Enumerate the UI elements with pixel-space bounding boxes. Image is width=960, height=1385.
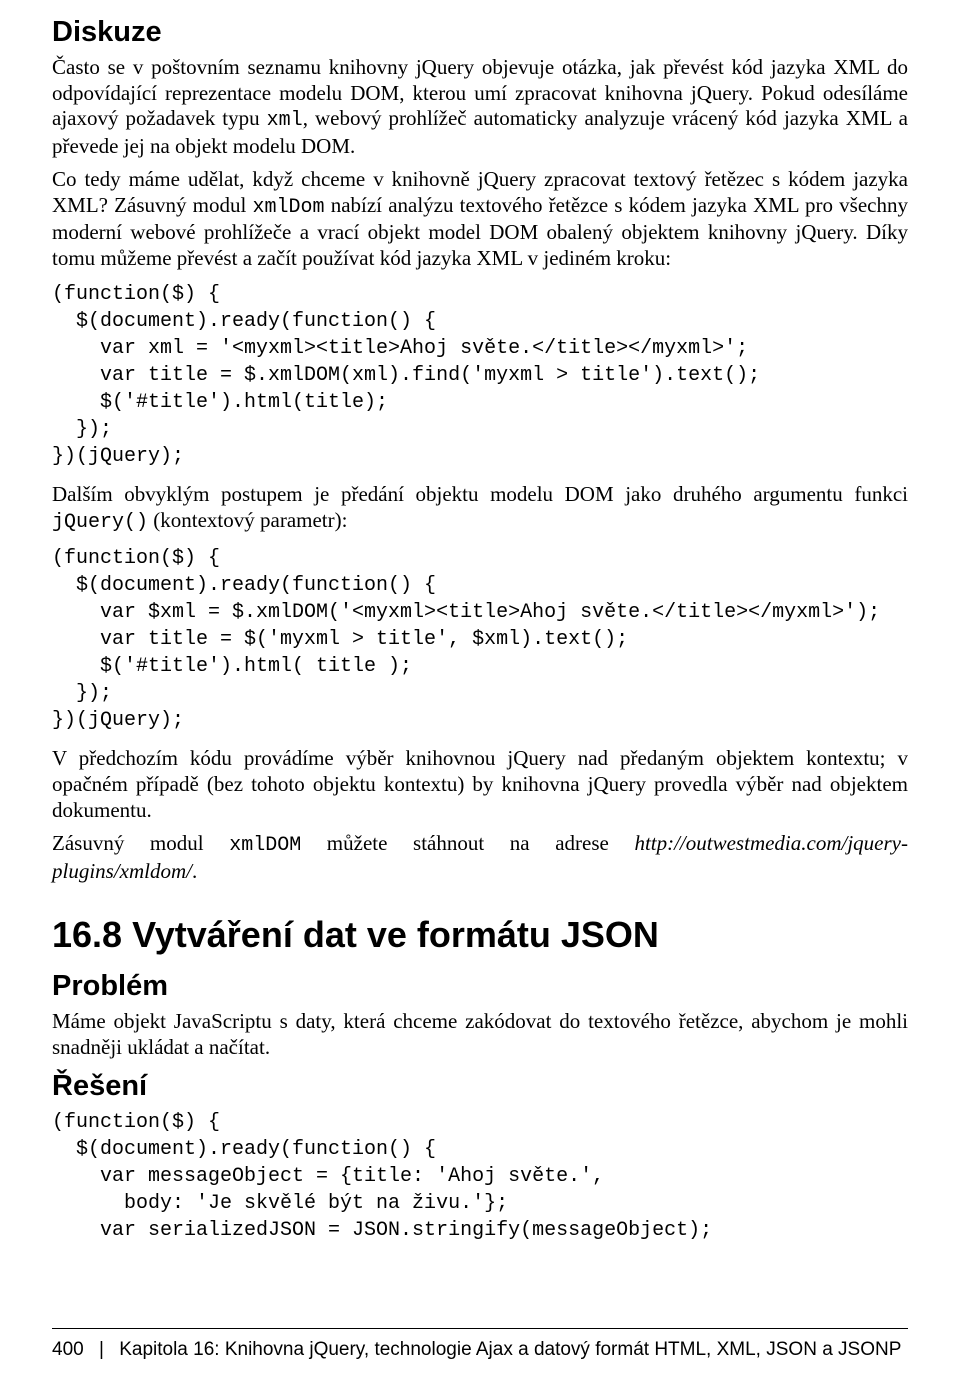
footer-page-number: 400: [52, 1339, 84, 1360]
paragraph-6: Máme objekt JavaScriptu s daty, která ch…: [52, 1009, 908, 1060]
code-inline-xml: xml: [267, 109, 303, 132]
footer-rule: [52, 1328, 908, 1329]
code-inline-xmldom2: xmlDOM: [229, 834, 301, 857]
heading-problem: Problém: [52, 970, 908, 1003]
code-inline-xmldom: xmlDom: [253, 196, 325, 219]
code-inline-jquery: jQuery(): [52, 511, 148, 534]
heading-diskuze: Diskuze: [52, 16, 908, 49]
paragraph-2: Co tedy máme udělat, když chceme v kniho…: [52, 167, 908, 271]
heading-section-16-8: 16.8 Vytváření dat ve formátu JSON: [52, 914, 908, 956]
paragraph-1: Často se v poštovním seznamu knihovny jQ…: [52, 55, 908, 159]
page-footer: 400 | Kapitola 16: Knihovna jQuery, tech…: [0, 1318, 960, 1361]
heading-reseni: Řešení: [52, 1070, 908, 1103]
footer-text: 400 | Kapitola 16: Knihovna jQuery, tech…: [52, 1339, 960, 1361]
footer-chapter-title: Kapitola 16: Knihovna jQuery, technologi…: [119, 1339, 901, 1360]
code-block-3: (function($) { $(document).ready(functio…: [52, 1109, 908, 1244]
paragraph-5: Zásuvný modul xmlDOM můžete stáhnout na …: [52, 831, 908, 884]
text-p5c: .: [192, 859, 197, 883]
text-p3b: (kontextový parametr):: [148, 508, 347, 532]
text-p3a: Dalším obvyklým postupem je předání obje…: [52, 482, 908, 506]
paragraph-4: V předchozím kódu provádíme výběr knihov…: [52, 746, 908, 823]
paragraph-3: Dalším obvyklým postupem je předání obje…: [52, 482, 908, 535]
footer-separator: |: [99, 1339, 104, 1360]
code-block-1: (function($) { $(document).ready(functio…: [52, 281, 908, 470]
text-p5b: můžete stáhnout na adrese: [301, 831, 634, 855]
page-container: Diskuze Často se v poštovním seznamu kni…: [0, 0, 960, 1385]
code-block-2: (function($) { $(document).ready(functio…: [52, 545, 908, 734]
text-p5a: Zásuvný modul: [52, 831, 229, 855]
